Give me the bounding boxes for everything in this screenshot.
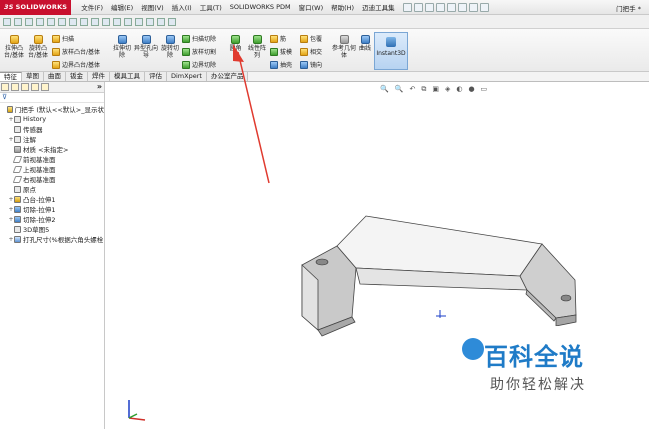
- watermark-title: 百科全说: [484, 343, 584, 371]
- watermark-logo: [462, 338, 484, 360]
- origin-icon: [436, 310, 446, 318]
- annotation-arrow: [233, 44, 270, 184]
- solidworks-window: 3S SOLIDWORKS 文件(F) 编辑(E) 视图(V) 插入(I) 工具(T) SO…: [0, 0, 649, 429]
- coordinate-triad-icon: [128, 400, 146, 421]
- watermark-subtitle: 助你轻松解决: [490, 377, 586, 393]
- door-handle-model[interactable]: [301, 215, 577, 337]
